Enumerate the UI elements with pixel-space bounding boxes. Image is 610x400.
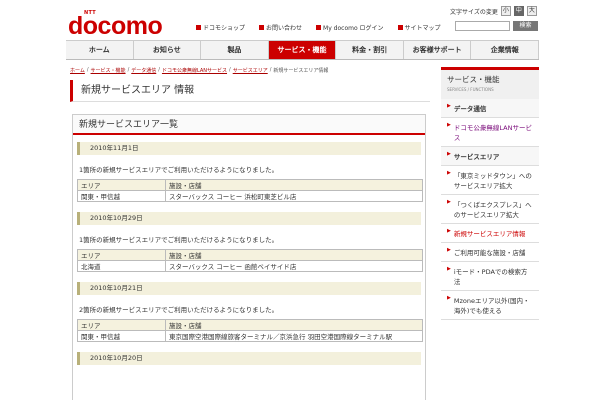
sidebar-item-area[interactable]: ▶ サービスエリア (441, 147, 539, 166)
sidebar-subtitle: SERVICES / FUNCTIONS (447, 87, 494, 92)
col-header-place: 施設・店舗 (165, 319, 423, 331)
header-link-contact[interactable]: お問い合わせ (259, 23, 302, 32)
header-link-shop[interactable]: ドコモショップ (196, 23, 245, 32)
sidebar: サービス・機能 SERVICES / FUNCTIONS ▶ データ通信 ▶ ドコモ… (441, 67, 539, 400)
global-nav: ホーム お知らせ 製品 サービス・機能 料金・割引 お客様サポート 企業情報 (66, 40, 540, 60)
area-table: エリア 施設・店舗 関東・甲信越 東京国際空港国際線旅客ターミナル／京浜急行 羽田空… (77, 319, 423, 342)
chevron-right-icon: ▶ (447, 151, 451, 157)
table-row: 関東・甲信越 東京国際空港国際線旅客ターミナル／京浜急行 羽田空港国際線ターミナル… (77, 330, 423, 342)
breadcrumb-current: 新規サービスエリア情報 (273, 68, 329, 74)
header-link-sitemap[interactable]: サイトマップ (397, 23, 441, 32)
date-heading: 2010年10月20日 (77, 352, 421, 365)
col-header-place: 施設・店舗 (165, 249, 423, 261)
area-table: エリア 施設・店舗 北海道 スターバックス コーヒー 函館ベイサイド店 (77, 249, 423, 272)
chevron-right-icon: ▶ (447, 122, 451, 128)
col-header-area: エリア (77, 249, 166, 261)
arrow-icon (196, 25, 201, 30)
header-link-mydocomo[interactable]: My docomo ログイン (316, 23, 384, 32)
section-title: 新規サービスエリア一覧 (73, 115, 425, 135)
font-size-large-button[interactable]: 大 (526, 6, 537, 16)
chevron-right-icon: ▶ (447, 247, 451, 253)
date-heading: 2010年11月1日 (77, 142, 421, 155)
tab-support[interactable]: お客様サポート (404, 41, 472, 59)
area-list-box: 新規サービスエリア一覧 2010年11月1日 1箇所の新規サービスエリアでご利用… (72, 114, 426, 400)
date-heading: 2010年10月21日 (77, 282, 421, 295)
sidebar-item-mzone[interactable]: ▶ Mzoneエリア以外(国内・海外)でも使える (441, 291, 539, 320)
chevron-right-icon: ▶ (447, 170, 451, 176)
sidebar-item-wifi[interactable]: ▶ ドコモ公衆無線LANサービス (441, 118, 539, 147)
sidebar-item-new-area[interactable]: ▶ 新規サービスエリア情報 (441, 224, 539, 243)
arrow-icon (397, 25, 403, 30)
font-size-medium-button[interactable]: 中 (513, 6, 524, 16)
sidebar-item-tsukuba[interactable]: ▶ 「つくばエクスプレス」へのサービスエリア拡大 (441, 195, 539, 224)
table-row: 関東・甲信越 スターバックス コーヒー 浜松町東芝ビル店 (77, 190, 423, 202)
area-cell: 関東・甲信越 (77, 330, 166, 342)
chevron-right-icon: ▶ (447, 103, 451, 109)
place-cell: 東京国際空港国際線旅客ターミナル／京浜急行 羽田空港国際線ターミナル駅 (165, 330, 423, 342)
search-input[interactable] (455, 21, 510, 31)
tab-news[interactable]: お知らせ (134, 41, 202, 59)
chevron-right-icon: ▶ (447, 228, 451, 234)
col-header-area: エリア (77, 319, 166, 331)
header-links: ドコモショップ お問い合わせ My docomo ログイン サイトマップ (196, 23, 441, 32)
tab-corporate[interactable]: 企業情報 (471, 41, 540, 59)
sidebar-item-data[interactable]: ▶ データ通信 (441, 99, 539, 118)
search-button[interactable]: 検索 (513, 21, 538, 31)
lock-icon (316, 25, 322, 30)
col-header-place: 施設・店舗 (165, 179, 423, 191)
area-table: エリア 施設・店舗 関東・甲信越 スターバックス コーヒー 浜松町東芝ビル店 (77, 179, 423, 202)
tab-pricing[interactable]: 料金・割引 (336, 41, 404, 59)
breadcrumb-link[interactable]: ホーム (70, 67, 85, 74)
table-row: 北海道 スターバックス コーヒー 函館ベイサイド店 (77, 260, 423, 272)
chevron-right-icon: ▶ (447, 295, 451, 301)
arrow-icon (259, 25, 265, 30)
sidebar-item-imode[interactable]: ▶ iモード・PDAでの検索方法 (441, 262, 539, 291)
entry-message: 1箇所の新規サービスエリアでご利用いただけるようになりました。 (79, 236, 279, 244)
docomo-logo[interactable]: docomo (68, 12, 163, 41)
place-cell: スターバックス コーヒー 函館ベイサイド店 (165, 260, 423, 272)
main-content: 新規サービスエリア 情報 新規サービスエリア一覧 2010年11月1日 1箇所の… (70, 80, 430, 400)
breadcrumb-link[interactable]: サービスエリア (233, 67, 268, 74)
sidebar-header: サービス・機能 SERVICES / FUNCTIONS (441, 67, 539, 99)
entry-message: 2箇所の新規サービスエリアでご利用いただけるようになりました。 (79, 306, 279, 314)
chevron-right-icon: ▶ (447, 199, 451, 205)
breadcrumb-link[interactable]: サービス・機能 (91, 67, 126, 74)
entry-message: 1箇所の新規サービスエリアでご利用いただけるようになりました。 (79, 166, 279, 174)
sidebar-item-facilities[interactable]: ▶ ご利用可能な施設・店舗 (441, 243, 539, 262)
area-cell: 北海道 (77, 260, 166, 272)
tab-home[interactable]: ホーム (66, 41, 134, 59)
chevron-right-icon: ▶ (447, 266, 451, 272)
sidebar-item-midtown[interactable]: ▶ 「東京ミッドタウン」へのサービスエリア拡大 (441, 166, 539, 195)
breadcrumb: ホーム / サービス・機能 / データ通信 / ドコモ公衆無線LANサービス / サービ… (70, 67, 329, 74)
area-cell: 関東・甲信越 (77, 190, 166, 202)
breadcrumb-link[interactable]: ドコモ公衆無線LANサービス (162, 67, 227, 74)
tab-services[interactable]: サービス・機能 (268, 41, 337, 59)
tab-products[interactable]: 製品 (201, 41, 269, 59)
font-size-switcher: 文字サイズの変更 小 中 大 (450, 6, 537, 16)
font-size-small-button[interactable]: 小 (500, 6, 511, 16)
page-title: 新規サービスエリア 情報 (70, 80, 430, 102)
sidebar-title: サービス・機能 (447, 75, 500, 84)
col-header-area: エリア (77, 179, 166, 191)
breadcrumb-link[interactable]: データ通信 (131, 67, 156, 74)
place-cell: スターバックス コーヒー 浜松町東芝ビル店 (165, 190, 423, 202)
font-size-label: 文字サイズの変更 (450, 8, 498, 16)
date-heading: 2010年10月29日 (77, 212, 421, 225)
